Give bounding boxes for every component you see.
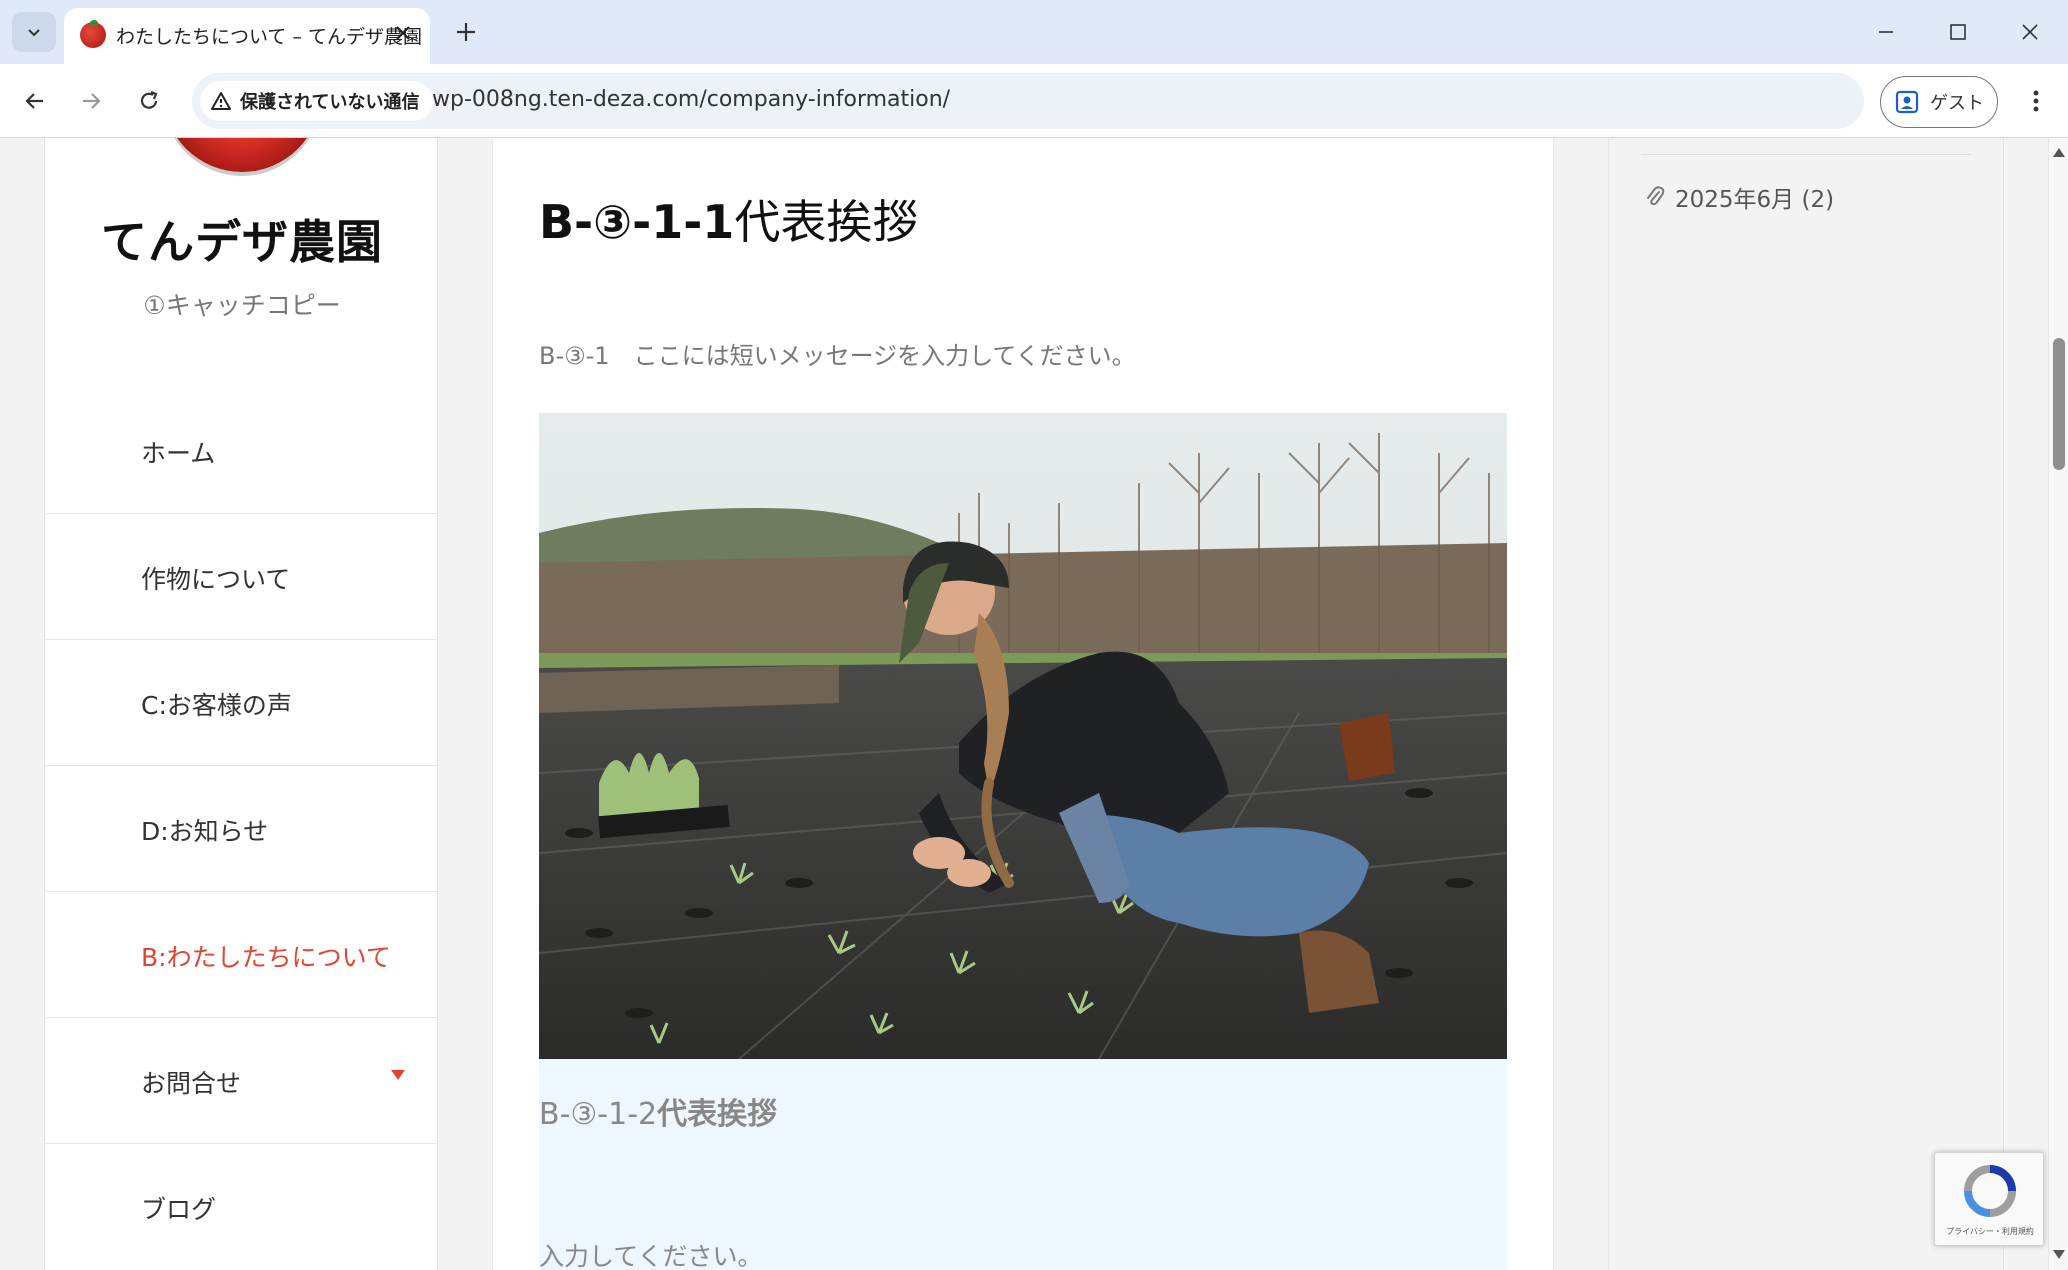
- tab-search-button[interactable]: [12, 12, 56, 52]
- reload-button[interactable]: [128, 80, 170, 122]
- minimize-button[interactable]: [1856, 8, 1916, 56]
- security-chip[interactable]: 保護されていない通信: [200, 81, 434, 121]
- paperclip-icon: [1647, 186, 1665, 206]
- scroll-thumb[interactable]: [2053, 338, 2065, 470]
- tomato-favicon-icon: [80, 20, 106, 48]
- scroll-down-arrow-icon[interactable]: [2053, 1250, 2065, 1259]
- archive-label: 2025年6月 (2): [1675, 187, 1835, 213]
- farmer-planting-photo: [539, 413, 1507, 1059]
- greeting-heading: B-③-1-1代表挨拶: [539, 186, 918, 252]
- recaptcha-logo-icon: [1964, 1165, 2016, 1217]
- nav-label: 作物について: [141, 565, 291, 594]
- archive-link[interactable]: 2025年6月 (2): [1645, 180, 1834, 214]
- arrow-left-icon: [25, 93, 43, 109]
- close-icon: [2022, 24, 2038, 40]
- nav-label: ホーム: [141, 439, 216, 468]
- url-text[interactable]: wp-008ng.ten-deza.com/company-informatio…: [432, 87, 950, 112]
- nav-item-about-us[interactable]: B:わたしたちについて: [45, 892, 439, 1018]
- back-button[interactable]: [14, 80, 56, 122]
- kebab-menu-icon: [2033, 90, 2039, 112]
- message-block: B-③-1-2代表挨拶 入力してください。: [539, 1059, 1507, 1270]
- nav-label: D:お知らせ: [141, 817, 269, 846]
- nav-item-crops[interactable]: 作物について: [45, 514, 439, 640]
- subheading-suffix: 代表挨拶: [657, 1097, 778, 1132]
- nav-label: ブログ: [141, 1195, 217, 1224]
- recaptcha-badge[interactable]: プライバシー・利用規約: [1934, 1152, 2044, 1246]
- site-catchcopy: ①キャッチコピー: [143, 291, 341, 320]
- profile-button[interactable]: ゲスト: [1880, 76, 1998, 128]
- nav-item-home[interactable]: ホーム: [45, 388, 439, 514]
- chevron-down-icon: [28, 29, 40, 37]
- new-tab-button[interactable]: [446, 12, 486, 52]
- browser-toolbar: 保護されていない通信 wp-008ng.ten-deza.com/company…: [0, 64, 2068, 138]
- page-scrollbar[interactable]: [2048, 138, 2068, 1270]
- browser-menu-button[interactable]: [2016, 80, 2056, 122]
- active-tab[interactable]: わたしたちについて – てんデザ農園: [64, 8, 430, 64]
- tab-close-button[interactable]: [388, 18, 418, 48]
- widget-sidebar: 2025年6月 (2): [1608, 138, 2004, 1270]
- main-navigation: ホーム 作物について C:お客様の声 D:お知らせ B:わたしたちについて お問…: [45, 388, 439, 1270]
- site-logo[interactable]: [163, 138, 321, 172]
- site-title[interactable]: てんデザ農園: [45, 206, 439, 272]
- nav-label: C:お客様の声: [141, 691, 292, 720]
- minimize-icon: [1879, 31, 1893, 33]
- widget-divider: [1641, 154, 1971, 155]
- scroll-up-arrow-icon[interactable]: [2053, 148, 2065, 157]
- short-message: B-③-1 ここには短いメッセージを入力してください。: [539, 342, 1136, 370]
- maximize-icon: [1950, 24, 1966, 40]
- maximize-button[interactable]: [1928, 8, 1988, 56]
- plus-icon: [457, 23, 475, 41]
- nav-item-blog[interactable]: ブログ: [45, 1144, 439, 1270]
- arrow-right-icon: [83, 93, 101, 109]
- close-window-button[interactable]: [2000, 8, 2060, 56]
- greeting-subheading: B-③-1-2代表挨拶: [539, 1089, 777, 1133]
- guest-profile-icon: [1895, 90, 1919, 114]
- nav-item-customer-voice[interactable]: C:お客様の声: [45, 640, 439, 766]
- profile-label: ゲスト: [1930, 93, 1984, 114]
- dropdown-arrow-icon[interactable]: [391, 1070, 405, 1080]
- forward-button[interactable]: [70, 80, 112, 122]
- subheading-prefix: B-③-1-2: [539, 1097, 658, 1132]
- site-sidebar: てんデザ農園 ①キャッチコピー ホーム 作物について C:お客様の声 D:お知ら…: [44, 138, 439, 1270]
- tab-bar: わたしたちについて – てんデザ農園: [0, 0, 2068, 64]
- main-content: B-③-1-1代表挨拶 B-③-1 ここには短いメッセージを入力してください。: [492, 138, 1554, 1270]
- recaptcha-terms[interactable]: プライバシー・利用規約: [1935, 1226, 2045, 1237]
- reload-icon: [140, 90, 158, 109]
- page-viewport: てんデザ農園 ①キャッチコピー ホーム 作物について C:お客様の声 D:お知ら…: [0, 138, 2048, 1270]
- warning-triangle-icon: [211, 92, 231, 110]
- nav-item-contact[interactable]: お問合せ: [45, 1018, 439, 1144]
- nav-item-news[interactable]: D:お知らせ: [45, 766, 439, 892]
- nav-label: B:わたしたちについて: [141, 943, 391, 972]
- close-icon: [396, 26, 410, 40]
- heading-prefix: B-③-1-1: [539, 195, 735, 249]
- heading-suffix: 代表挨拶: [734, 195, 919, 249]
- tab-title: わたしたちについて – てんデザ農園: [116, 26, 423, 48]
- security-label: 保護されていない通信: [240, 92, 420, 113]
- nav-label: お問合せ: [141, 1069, 242, 1098]
- message-body: 入力してください。: [539, 1242, 763, 1270]
- address-bar[interactable]: 保護されていない通信 wp-008ng.ten-deza.com/company…: [192, 73, 1864, 129]
- farmer-photo-illustration: [539, 413, 1507, 1059]
